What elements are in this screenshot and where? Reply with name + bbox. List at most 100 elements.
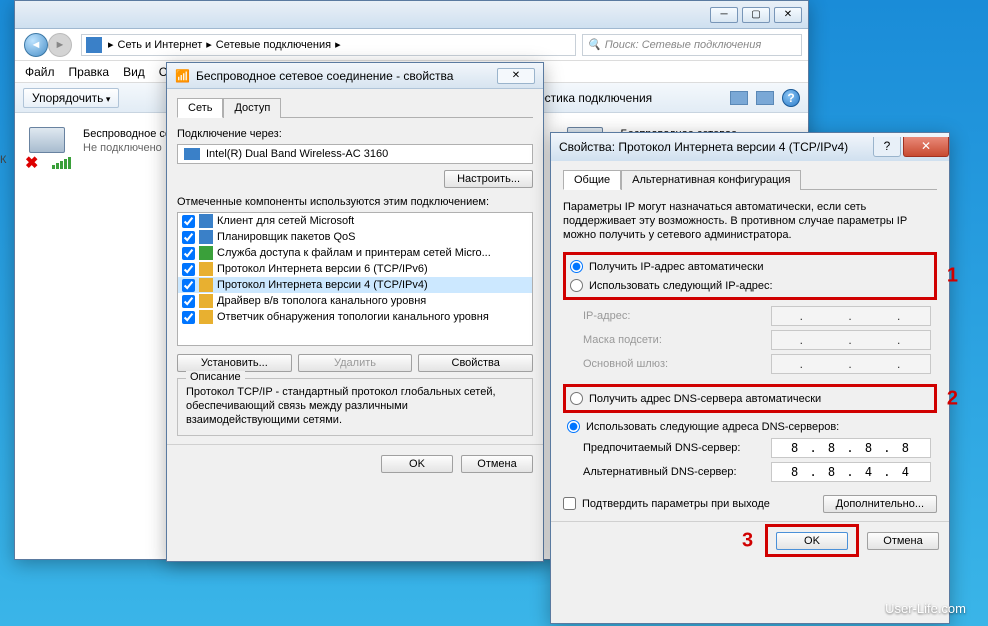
annotation-3: 3	[742, 529, 753, 552]
ip-auto-label: Получить IP-адрес автоматически	[589, 261, 763, 273]
dns2-label: Альтернативный DNS-сервер:	[583, 466, 737, 478]
cancel-button[interactable]: Отмена	[867, 532, 939, 550]
component-label: Ответчик обнаружения топологии канальног…	[217, 311, 489, 323]
breadcrumb[interactable]: ▸Сеть и Интернет ▸Сетевые подключения ▸	[81, 34, 576, 56]
signal-icon	[52, 157, 71, 169]
component-label: Планировщик пакетов QoS	[217, 231, 356, 243]
ipv4-titlebar: Свойства: Протокол Интернета версии 4 (T…	[551, 133, 949, 161]
component-checkbox[interactable]	[182, 247, 195, 260]
description-title: Описание	[186, 371, 245, 383]
components-label: Отмеченные компоненты используются этим …	[177, 196, 533, 208]
forward-button[interactable]: ►	[48, 33, 72, 57]
dns-auto-radio[interactable]	[570, 392, 583, 405]
ok-button[interactable]: OK	[381, 455, 453, 473]
search-icon: 🔍	[587, 38, 601, 51]
validate-label: Подтвердить параметры при выходе	[582, 498, 770, 510]
navbar: ◄ ► ▸Сеть и Интернет ▸Сетевые подключени…	[15, 29, 808, 61]
network-icon	[86, 37, 102, 53]
ipv6-icon	[199, 262, 213, 276]
close-button[interactable]: ✕	[903, 137, 949, 157]
component-label: Клиент для сетей Microsoft	[217, 215, 354, 227]
disconnected-icon: ✖	[25, 153, 41, 169]
tab-network[interactable]: Сеть	[177, 98, 223, 118]
responder-icon	[199, 310, 213, 324]
description-text: Протокол TCP/IP - стандартный протокол г…	[186, 385, 524, 427]
preview-icon[interactable]	[756, 91, 774, 105]
annotation-2: 2	[947, 387, 958, 410]
annotation-1: 1	[947, 265, 958, 288]
tabs: Сеть Доступ	[177, 97, 533, 118]
ip-address-label: IP-адрес:	[583, 310, 630, 322]
dns2-field[interactable]: 8 . 8 . 4 . 4	[771, 462, 931, 482]
dialog-title: Беспроводное сетевое соединение - свойст…	[196, 69, 454, 83]
close-button[interactable]: ✕	[774, 7, 802, 23]
view-icon[interactable]	[730, 91, 748, 105]
monitor-icon	[29, 127, 65, 153]
tab-general[interactable]: Общие	[563, 170, 621, 190]
client-icon	[199, 214, 213, 228]
adapter-icon: 📶	[175, 69, 190, 83]
gateway-label: Основной шлюз:	[583, 358, 668, 370]
help-icon[interactable]: ?	[782, 89, 800, 107]
ipv4-title: Свойства: Протокол Интернета версии 4 (T…	[559, 140, 848, 154]
highlight-box-1: 1 Получить IP-адрес автоматически Исполь…	[563, 252, 937, 300]
subnet-mask-label: Маска подсети:	[583, 334, 662, 346]
component-label: Служба доступа к файлам и принтерам сете…	[217, 247, 491, 259]
uninstall-button[interactable]: Удалить	[298, 354, 413, 372]
component-checkbox[interactable]	[182, 311, 195, 324]
component-checkbox[interactable]	[182, 231, 195, 244]
connect-via-label: Подключение через:	[177, 128, 533, 140]
ipv4-properties-dialog: Свойства: Протокол Интернета версии 4 (T…	[550, 132, 950, 624]
gateway-field: ...	[771, 354, 931, 374]
dialog-close-button[interactable]: ✕	[497, 68, 535, 84]
ip-address-field: ...	[771, 306, 931, 326]
help-button[interactable]: ?	[873, 137, 901, 157]
adapter-field: Intel(R) Dual Band Wireless-AC 3160	[177, 144, 533, 164]
dns-manual-label: Использовать следующие адреса DNS-сервер…	[586, 421, 839, 433]
back-button[interactable]: ◄	[24, 33, 48, 57]
component-checkbox[interactable]	[182, 295, 195, 308]
properties-button[interactable]: Свойства	[418, 354, 533, 372]
maximize-button[interactable]: ▢	[742, 7, 770, 23]
menu-edit[interactable]: Правка	[69, 65, 110, 79]
ip-manual-radio[interactable]	[570, 279, 583, 292]
cancel-button[interactable]: Отмена	[461, 455, 533, 473]
adapter-properties-dialog: 📶 Беспроводное сетевое соединение - свой…	[166, 62, 544, 562]
component-checkbox[interactable]	[182, 279, 195, 292]
ip-auto-radio[interactable]	[570, 260, 583, 273]
breadcrumb-part[interactable]: Сеть и Интернет	[118, 39, 203, 51]
cut-label: К	[0, 154, 6, 166]
tab-alternative[interactable]: Альтернативная конфигурация	[621, 170, 801, 190]
advanced-button[interactable]: Дополнительно...	[823, 495, 937, 513]
lltd-icon	[199, 294, 213, 308]
component-checkbox[interactable]	[182, 215, 195, 228]
qos-icon	[199, 230, 213, 244]
install-button[interactable]: Установить...	[177, 354, 292, 372]
adapter-name: Intel(R) Dual Band Wireless-AC 3160	[206, 148, 388, 160]
explorer-titlebar: ─ ▢ ✕	[15, 1, 808, 29]
search-input[interactable]: 🔍 Поиск: Сетевые подключения	[582, 34, 802, 56]
menu-file[interactable]: Файл	[25, 65, 55, 79]
ipv4-tabs: Общие Альтернативная конфигурация	[563, 169, 937, 190]
dns-manual-radio[interactable]	[567, 420, 580, 433]
description-group: Описание Протокол TCP/IP - стандартный п…	[177, 378, 533, 436]
dns1-field[interactable]: 8 . 8 . 8 . 8	[771, 438, 931, 458]
minimize-button[interactable]: ─	[710, 7, 738, 23]
dns1-label: Предпочитаемый DNS-сервер:	[583, 442, 740, 454]
validate-checkbox[interactable]	[563, 497, 576, 510]
component-label: Протокол Интернета версии 4 (TCP/IPv4)	[217, 279, 428, 291]
dialog-titlebar: 📶 Беспроводное сетевое соединение - свой…	[167, 63, 543, 89]
highlight-box-2: 2 Получить адрес DNS-сервера автоматичес…	[563, 384, 937, 413]
breadcrumb-part[interactable]: Сетевые подключения	[216, 39, 331, 51]
dialog-footer: OK Отмена	[167, 444, 543, 482]
adapter-icon	[184, 148, 200, 160]
tab-access[interactable]: Доступ	[223, 98, 281, 118]
ipv4-description: Параметры IP могут назначаться автоматич…	[563, 200, 937, 242]
organize-button[interactable]: Упорядочить	[23, 88, 119, 108]
menu-view[interactable]: Вид	[123, 65, 145, 79]
configure-button[interactable]: Настроить...	[444, 170, 533, 188]
ok-button[interactable]: OK	[776, 532, 848, 550]
components-list[interactable]: Клиент для сетей Microsoft Планировщик п…	[177, 212, 533, 346]
component-checkbox[interactable]	[182, 263, 195, 276]
fileshare-icon	[199, 246, 213, 260]
